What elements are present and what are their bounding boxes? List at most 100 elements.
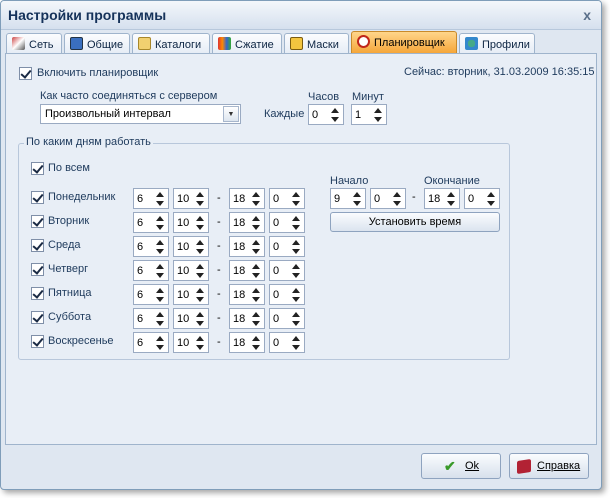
day-checkbox[interactable] (31, 287, 44, 300)
stepper-arrows-icon[interactable] (196, 239, 205, 255)
day-start-minute-stepper[interactable]: 10 (173, 260, 209, 281)
start-minute-stepper[interactable]: 0 (370, 188, 406, 209)
day-end-hour-stepper[interactable]: 18 (229, 188, 265, 209)
day-end-hour-stepper[interactable]: 18 (229, 212, 265, 233)
tab-folders[interactable]: Каталоги (132, 33, 210, 53)
day-start-hour-stepper[interactable]: 6 (133, 188, 169, 209)
stepper-arrows-icon[interactable] (353, 191, 362, 207)
day-end-hour-stepper[interactable]: 18 (229, 236, 265, 257)
day-checkbox[interactable] (31, 263, 44, 276)
stepper-value: 10 (177, 313, 190, 325)
stepper-arrows-icon[interactable] (156, 191, 165, 207)
stepper-arrows-icon[interactable] (196, 191, 205, 207)
stepper-arrows-icon[interactable] (252, 263, 261, 279)
tab-general[interactable]: Общие (64, 33, 130, 53)
day-checkbox[interactable] (31, 239, 44, 252)
current-time-text: Сейчас: вторник, 31.03.2009 16:35:15 (404, 66, 595, 78)
day-start-minute-stepper[interactable]: 10 (173, 188, 209, 209)
day-start-minute-stepper[interactable]: 10 (173, 212, 209, 233)
day-start-hour-stepper[interactable]: 6 (133, 308, 169, 329)
day-end-minute-stepper[interactable]: 0 (269, 188, 305, 209)
stepper-arrows-icon[interactable] (374, 107, 383, 123)
stepper-arrows-icon[interactable] (252, 311, 261, 327)
day-end-minute-stepper[interactable]: 0 (269, 236, 305, 257)
stepper-arrows-icon[interactable] (252, 215, 261, 231)
end-hour-stepper[interactable]: 18 (424, 188, 460, 209)
day-end-minute-stepper[interactable]: 0 (269, 284, 305, 305)
day-start-minute-stepper[interactable]: 10 (173, 308, 209, 329)
stepper-arrows-icon[interactable] (252, 287, 261, 303)
all-days-checkbox[interactable] (31, 162, 44, 175)
title-bar[interactable]: Настройки программы x (1, 1, 601, 30)
day-end-minute-stepper[interactable]: 0 (269, 308, 305, 329)
stepper-arrows-icon[interactable] (292, 215, 301, 231)
stepper-arrows-icon[interactable] (292, 311, 301, 327)
set-time-button[interactable]: Установить время (330, 212, 500, 232)
day-checkbox[interactable] (31, 191, 44, 204)
stepper-arrows-icon[interactable] (252, 239, 261, 255)
day-start-hour-stepper[interactable]: 6 (133, 260, 169, 281)
day-start-hour-stepper[interactable]: 6 (133, 236, 169, 257)
start-label: Начало (330, 175, 369, 187)
day-start-minute-stepper[interactable]: 10 (173, 332, 209, 353)
day-end-hour-stepper[interactable]: 18 (229, 308, 265, 329)
day-end-minute-stepper[interactable]: 0 (269, 212, 305, 233)
tab-compression[interactable]: Сжатие (212, 33, 282, 53)
day-checkbox[interactable] (31, 215, 44, 228)
stepper-arrows-icon[interactable] (292, 191, 301, 207)
tab-network[interactable]: Сеть (6, 33, 62, 53)
stepper-arrows-icon[interactable] (292, 239, 301, 255)
ok-button[interactable]: ✔ Ok (421, 453, 501, 479)
stepper-arrows-icon[interactable] (252, 335, 261, 351)
stepper-arrows-icon[interactable] (156, 215, 165, 231)
day-end-minute-stepper[interactable]: 0 (269, 332, 305, 353)
day-label: Суббота (48, 311, 92, 323)
stepper-value: 0 (273, 289, 280, 301)
stepper-arrows-icon[interactable] (487, 191, 496, 207)
stepper-arrows-icon[interactable] (156, 335, 165, 351)
day-start-minute-stepper[interactable]: 10 (173, 236, 209, 257)
stepper-arrows-icon[interactable] (292, 287, 301, 303)
day-start-hour-stepper[interactable]: 6 (133, 284, 169, 305)
stepper-arrows-icon[interactable] (331, 107, 340, 123)
start-hour-stepper[interactable]: 9 (330, 188, 366, 209)
day-start-hour-stepper[interactable]: 6 (133, 332, 169, 353)
day-checkbox[interactable] (31, 311, 44, 324)
end-minute-stepper[interactable]: 0 (464, 188, 500, 209)
help-button[interactable]: Справка (509, 453, 589, 479)
stepper-arrows-icon[interactable] (292, 263, 301, 279)
tab-label: Профили (482, 39, 530, 51)
stepper-arrows-icon[interactable] (156, 287, 165, 303)
stepper-value: 6 (137, 217, 144, 229)
range-dash: - (217, 264, 221, 276)
close-icon[interactable]: x (583, 7, 591, 23)
stepper-arrows-icon[interactable] (156, 311, 165, 327)
stepper-arrows-icon[interactable] (447, 191, 456, 207)
day-end-hour-stepper[interactable]: 18 (229, 332, 265, 353)
day-checkbox[interactable] (31, 335, 44, 348)
stepper-arrows-icon[interactable] (196, 335, 205, 351)
day-end-minute-stepper[interactable]: 0 (269, 260, 305, 281)
interval-hours-stepper[interactable]: 0 (308, 104, 344, 125)
interval-minutes-stepper[interactable]: 1 (351, 104, 387, 125)
tab-profiles[interactable]: Профили (459, 33, 535, 53)
tab-bar: Сеть Общие Каталоги Сжатие Маски Планиро… (1, 31, 601, 53)
stepper-arrows-icon[interactable] (196, 287, 205, 303)
connect-frequency-select[interactable]: Произвольный интервал ▼ (40, 104, 241, 124)
stepper-arrows-icon[interactable] (196, 311, 205, 327)
tab-masks[interactable]: Маски (284, 33, 349, 53)
day-start-hour-stepper[interactable]: 6 (133, 212, 169, 233)
enable-scheduler-checkbox[interactable] (19, 67, 32, 80)
day-end-hour-stepper[interactable]: 18 (229, 260, 265, 281)
stepper-arrows-icon[interactable] (292, 335, 301, 351)
stepper-arrows-icon[interactable] (393, 191, 402, 207)
day-end-hour-stepper[interactable]: 18 (229, 284, 265, 305)
stepper-arrows-icon[interactable] (156, 239, 165, 255)
stepper-arrows-icon[interactable] (196, 263, 205, 279)
tab-scheduler[interactable]: Планировщик (351, 31, 457, 53)
stepper-arrows-icon[interactable] (196, 215, 205, 231)
chevron-down-icon[interactable]: ▼ (223, 106, 239, 122)
day-start-minute-stepper[interactable]: 10 (173, 284, 209, 305)
stepper-arrows-icon[interactable] (156, 263, 165, 279)
stepper-arrows-icon[interactable] (252, 191, 261, 207)
